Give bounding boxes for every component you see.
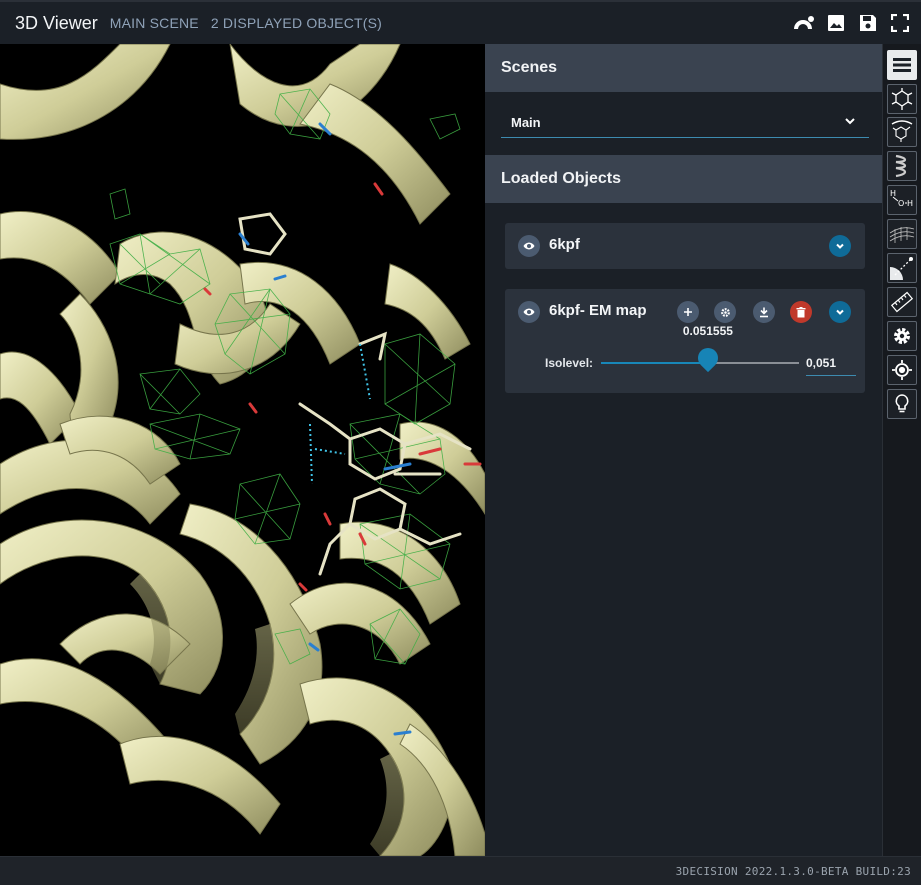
fullscreen-icon[interactable] — [889, 12, 911, 34]
helix-icon[interactable] — [887, 151, 917, 181]
svg-text:H: H — [890, 189, 896, 198]
scene-select-value: Main — [511, 115, 541, 130]
status-bar: 3DECISION 2022.1.3.0-BETA BUILD:23 — [0, 856, 921, 885]
object-row: 6kpf — [505, 223, 865, 269]
isolevel-input[interactable]: 0,051 — [806, 352, 856, 376]
expand-chevron-icon[interactable] — [829, 235, 851, 257]
app-window: 3D Viewer MAIN SCENE 2 DISPLAYED OBJECT(… — [0, 0, 921, 885]
object-card-em-map: 6kpf- EM map Isolevel: 0.051555 0,051 — [505, 289, 865, 393]
top-actions — [793, 12, 911, 34]
isolevel-slider-thumb[interactable] — [693, 343, 723, 373]
save-icon[interactable] — [857, 12, 879, 34]
object-name: 6kpf — [549, 236, 580, 253]
menu-icon[interactable] — [887, 50, 917, 80]
rainbow-icon[interactable] — [793, 12, 815, 34]
distance-icon[interactable] — [887, 253, 917, 283]
settings-icon[interactable] — [887, 321, 917, 351]
eye-icon[interactable] — [518, 235, 540, 257]
3d-viewport[interactable] — [0, 44, 485, 856]
download-icon[interactable] — [753, 301, 775, 323]
svg-text:O: O — [898, 199, 904, 208]
build-version: 3DECISION 2022.1.3.0-BETA BUILD:23 — [675, 865, 911, 878]
object-name: 6kpf- EM map — [549, 302, 647, 319]
ruler-icon[interactable] — [887, 287, 917, 317]
loaded-objects-header: Loaded Objects — [485, 155, 882, 203]
molecule-render — [0, 44, 485, 856]
isolevel-slider[interactable]: 0.051555 — [601, 324, 799, 373]
app-title: 3D Viewer — [15, 12, 98, 33]
target-icon[interactable] — [887, 355, 917, 385]
displayed-objects-count: 2 DISPLAYED OBJECT(S) — [210, 15, 383, 31]
scenes-header: Scenes — [485, 44, 882, 92]
delete-icon[interactable] — [790, 301, 812, 323]
image-icon[interactable] — [825, 12, 847, 34]
top-bar: 3D Viewer MAIN SCENE 2 DISPLAYED OBJECT(… — [0, 0, 921, 44]
add-icon[interactable] — [677, 301, 699, 323]
expand-chevron-icon[interactable] — [829, 301, 851, 323]
eye-icon[interactable] — [518, 301, 540, 323]
side-panel: Scenes Main Loaded Objects 6kpf 6kpf- EM… — [485, 44, 882, 856]
molecule-icon[interactable] — [887, 84, 917, 114]
surface-icon[interactable] — [887, 219, 917, 249]
chevron-down-icon — [843, 114, 857, 131]
isolevel-slider-fill — [601, 362, 708, 364]
scene-select[interactable]: Main — [501, 108, 869, 138]
scene-label: MAIN SCENE — [109, 15, 199, 31]
water-icon[interactable]: HOH — [887, 185, 917, 215]
tools-sidebar: HOH — [882, 44, 921, 856]
scenes-body: Main — [485, 92, 882, 155]
svg-text:H: H — [907, 199, 913, 208]
isolevel-label: Isolevel: — [545, 356, 594, 370]
gear-icon[interactable] — [714, 301, 736, 323]
isolevel-tooltip: 0.051555 — [682, 324, 733, 338]
lightbulb-icon[interactable] — [887, 389, 917, 419]
ligand-icon[interactable] — [887, 117, 917, 147]
object-card: 6kpf — [505, 223, 865, 269]
